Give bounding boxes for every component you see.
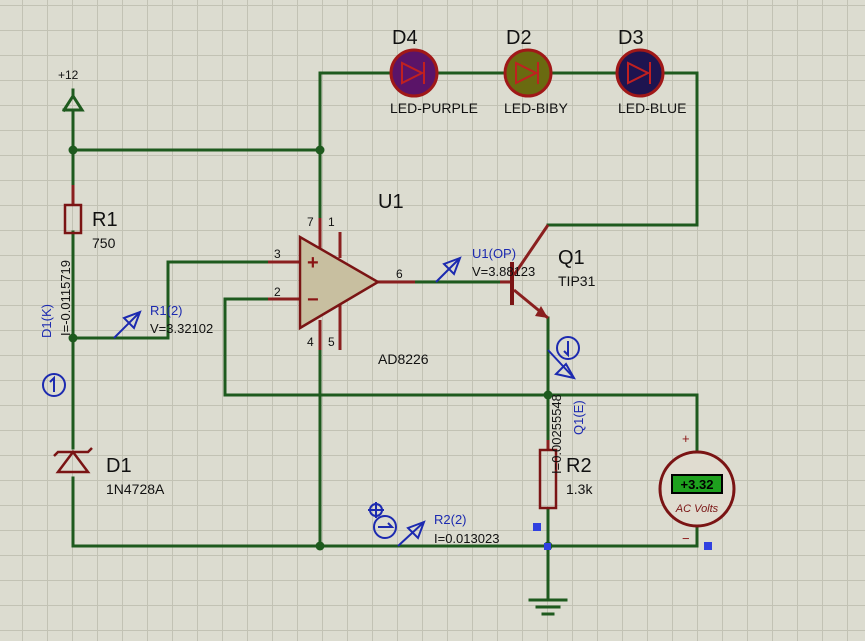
d3-body [615, 48, 665, 98]
r2-value: 1.3k [566, 481, 593, 497]
junction-dot [315, 541, 325, 551]
u1-minus: − [307, 289, 319, 311]
probe-reading: I=0.00255548 [549, 394, 564, 474]
d1-ref: D1 [106, 455, 132, 477]
selection-handle[interactable] [704, 542, 712, 550]
d4-value: LED-PURPLE [390, 100, 478, 116]
r1-ref: R1 [92, 209, 118, 231]
probe-reading: V=3.88123 [472, 264, 535, 279]
zener-diode-d1[interactable]: D1 1N4728A [53, 447, 165, 497]
ground-symbol-icon [528, 598, 568, 616]
d4-ref: D4 [392, 27, 418, 49]
u1-ref: U1 [378, 191, 404, 213]
d2-ref: D2 [506, 27, 532, 49]
u1-pin-label: 2 [274, 285, 281, 299]
q1-ref: Q1 [558, 247, 585, 269]
voltage-probe-r1-2[interactable]: R1(2) V=3.32102 [113, 303, 213, 339]
probe-reading: I=-0.0115719 [58, 260, 73, 336]
wire-d1-bottom [71, 476, 699, 548]
r2-ref: R2 [566, 455, 592, 477]
d4-body [389, 48, 439, 98]
r1-value: 750 [92, 235, 116, 251]
u1-plus: + [307, 252, 319, 274]
d2-value: LED-BIBY [504, 100, 568, 116]
current-probe-r2-2[interactable]: R2(2) I=0.013023 [368, 502, 499, 547]
opamp-u1[interactable]: + − 7 1 3 2 6 4 5 U1 AD8226 [268, 191, 429, 367]
voltmeter-reading: +3.32 [681, 477, 714, 492]
power-label: +12 [58, 68, 79, 82]
wire-led-to-collector [546, 71, 699, 227]
probe-label: D1(K) [39, 304, 54, 338]
q1-value: TIP31 [558, 273, 596, 289]
d1-value: 1N4728A [106, 481, 165, 497]
r1-body [63, 203, 83, 235]
selection-handle[interactable] [533, 523, 541, 531]
u1-pin-label: 4 [307, 335, 314, 349]
voltmeter-minus: − [682, 531, 690, 546]
junction-dot [315, 145, 325, 155]
u1-pin-label: 7 [307, 215, 314, 229]
probe-reading: I=0.013023 [434, 531, 499, 546]
power-arrow-icon [61, 93, 85, 113]
wire-top-rail [318, 71, 391, 152]
probe-arrow-icon [547, 349, 575, 379]
voltmeter-label: AC Volts [675, 503, 719, 515]
u1-pin-label: 3 [274, 247, 281, 261]
probe-label: U1(OP) [472, 246, 516, 261]
probe-label: Q1(E) [571, 400, 586, 435]
u1-pin-label: 6 [396, 267, 403, 281]
d3-ref: D3 [618, 27, 644, 49]
voltage-probe-u1-op[interactable]: U1(OP) V=3.88123 [435, 246, 535, 283]
wire-inv-feedback [223, 297, 699, 462]
u1-pin-label: 5 [328, 335, 335, 349]
d2-body [503, 48, 553, 98]
d3-value: LED-BLUE [618, 100, 686, 116]
selection-handle[interactable] [544, 543, 551, 550]
current-probe-q1-e[interactable]: Q1(E) I=0.00255548 [547, 336, 586, 474]
u1-value: AD8226 [378, 351, 429, 367]
d1-triangle [55, 449, 91, 474]
probe-reading: V=3.32102 [150, 321, 213, 336]
power-terminal[interactable]: +12 [58, 68, 85, 113]
current-probe-d1-k[interactable]: D1(K) I=-0.0115719 [39, 260, 73, 397]
wire-supply-rail [71, 108, 322, 220]
voltmeter-plus: + [682, 431, 690, 446]
junction-dot [68, 145, 78, 155]
probe-label: R1(2) [150, 303, 183, 318]
u1-pin-label: 1 [328, 215, 335, 229]
schematic-canvas: +12 R1 750 D1 1N4728A D4 LED-PURPLE D2 L… [39, 27, 736, 616]
probe-label: R2(2) [434, 512, 467, 527]
